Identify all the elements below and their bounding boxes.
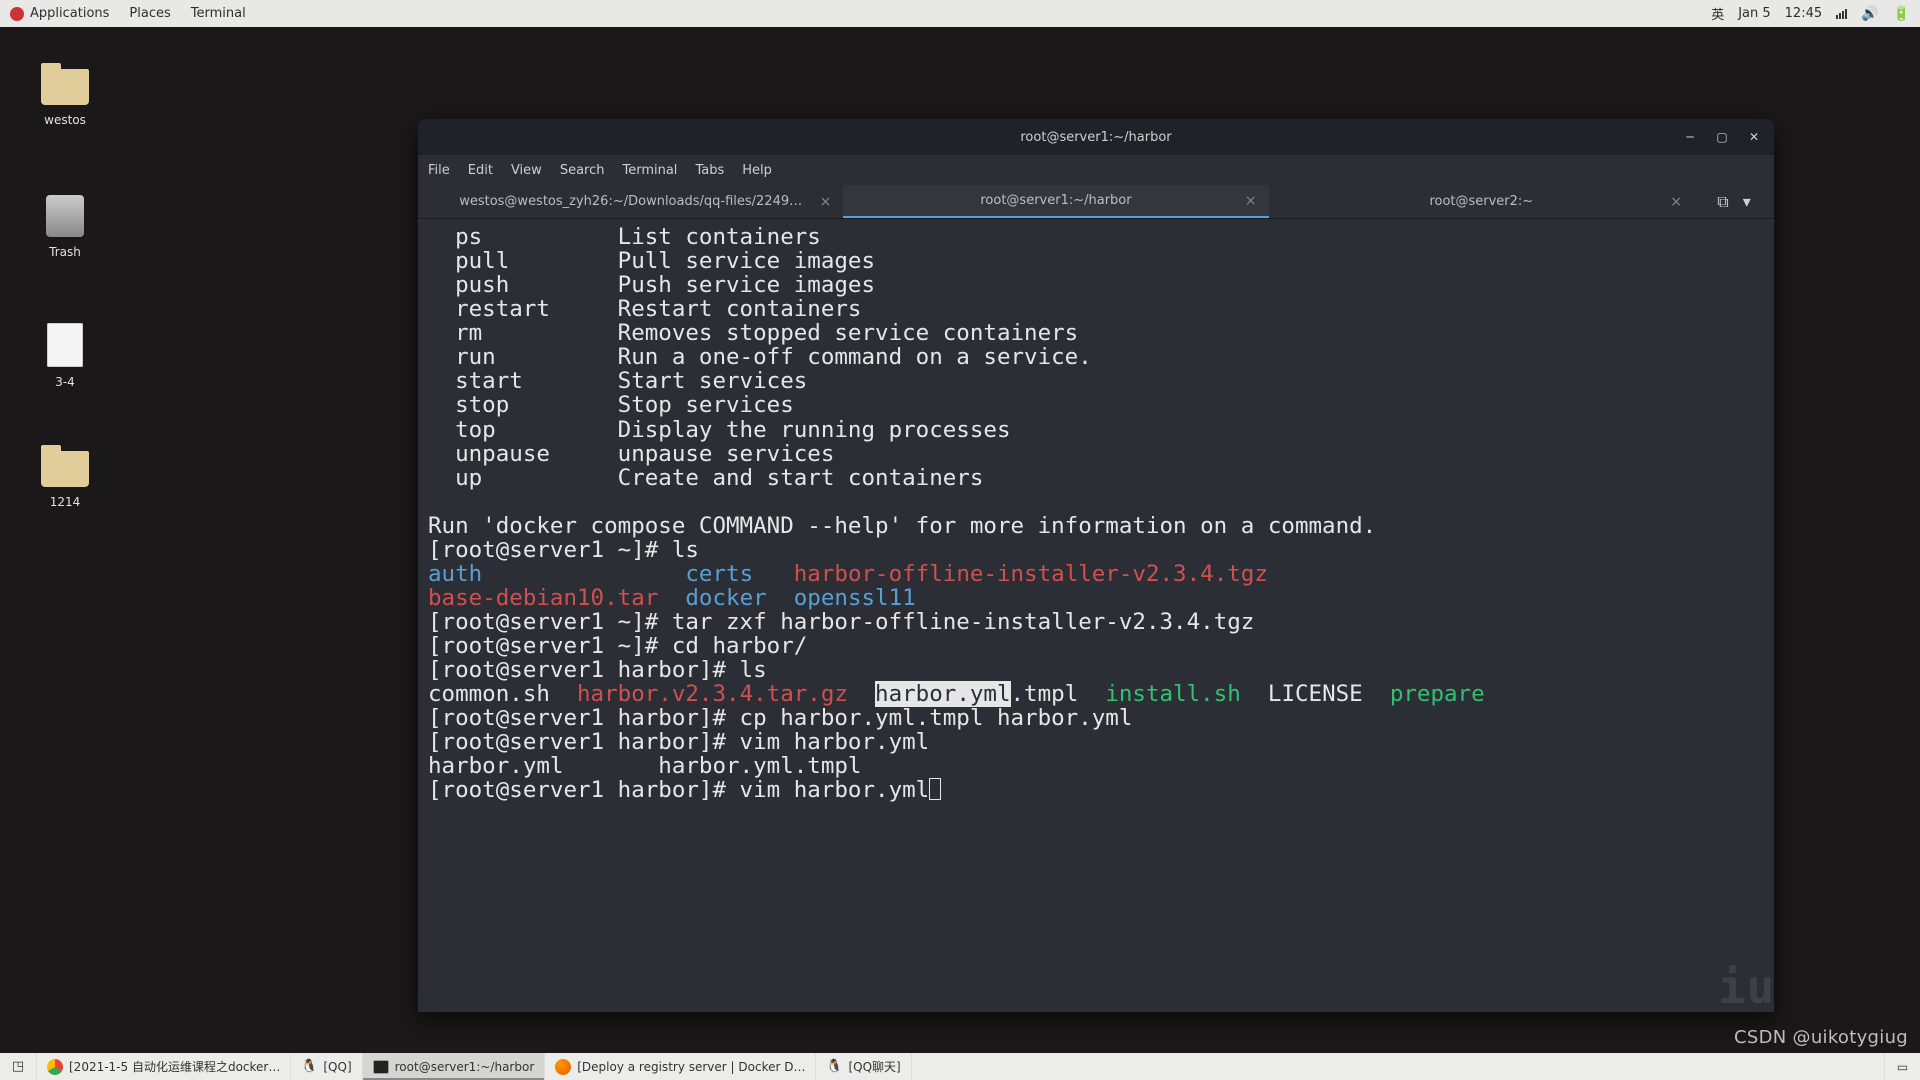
- distro-logo-icon: [10, 7, 24, 21]
- desktop-icon-label: 3-4: [30, 375, 100, 389]
- desktop-icon-westos[interactable]: westos: [30, 69, 100, 127]
- terminal-tab-0[interactable]: westos@westos_zyh26:~/Downloads/qq-files…: [418, 185, 843, 218]
- tab-menu-button[interactable]: ▾: [1743, 192, 1751, 211]
- terminal-menubar: File Edit View Search Terminal Tabs Help: [418, 155, 1774, 185]
- taskbar-item-1[interactable]: [2021-1-5 自动化运维课程之docker…: [37, 1053, 291, 1080]
- chrome-icon: [47, 1059, 63, 1075]
- csdn-watermark: CSDN @uikotygiug: [1734, 1027, 1908, 1048]
- desktop-icon-label: Trash: [30, 245, 100, 259]
- taskbar-item-label: [2021-1-5 自动化运维课程之docker…: [69, 1058, 280, 1075]
- menu-edit[interactable]: Edit: [468, 163, 493, 178]
- qq-icon: 🐧: [826, 1059, 842, 1075]
- window-maximize-button[interactable]: ▢: [1708, 125, 1736, 149]
- menu-terminal[interactable]: Terminal: [622, 163, 677, 178]
- window-minimize-button[interactable]: ─: [1676, 125, 1704, 149]
- tab-close-icon[interactable]: ×: [820, 194, 832, 210]
- tab-close-icon[interactable]: ×: [1670, 194, 1682, 210]
- desktop-icon-trash[interactable]: Trash: [30, 195, 100, 259]
- desktop[interactable]: westos Trash 3-4 1214 root@server1:~/harbor…: [0, 27, 1920, 1053]
- menu-tabs[interactable]: Tabs: [695, 163, 724, 178]
- taskbar-item-label: root@server1:~/harbor: [395, 1060, 535, 1074]
- firefox-icon: [555, 1059, 571, 1075]
- folder-icon: [41, 69, 89, 105]
- trash-icon: [46, 195, 84, 237]
- terminal-title: root@server1:~/harbor: [1020, 130, 1171, 145]
- terminal-tab-1[interactable]: root@server1:~/harbor ×: [843, 185, 1268, 218]
- battery-icon[interactable]: 🔋: [1893, 6, 1910, 22]
- menu-help[interactable]: Help: [742, 163, 772, 178]
- terminal-output[interactable]: ps List containers pull Pull service ima…: [418, 219, 1774, 1012]
- taskbar-item-3[interactable]: root@server1:~/harbor: [363, 1053, 546, 1080]
- bottom-taskbar: ◳ [2021-1-5 自动化运维课程之docker… 🐧 [QQ] root@serv…: [0, 1053, 1920, 1080]
- topbar-menu-places[interactable]: Places: [129, 6, 170, 21]
- menu-search[interactable]: Search: [560, 163, 605, 178]
- menu-view[interactable]: View: [511, 163, 542, 178]
- file-icon: [47, 323, 83, 367]
- taskbar-item-4[interactable]: [Deploy a registry server | Docker D…: [545, 1053, 816, 1080]
- desktop-icon-label: westos: [30, 113, 100, 127]
- menu-file[interactable]: File: [428, 163, 450, 178]
- tab-close-icon[interactable]: ×: [1245, 193, 1257, 209]
- taskbar-item-label: [Deploy a registry server | Docker D…: [577, 1060, 805, 1074]
- topbar-menu-applications[interactable]: Applications: [30, 6, 109, 21]
- terminal-tab-label: root@server2:~: [1429, 194, 1533, 209]
- terminal-tabbar: westos@westos_zyh26:~/Downloads/qq-files…: [418, 185, 1774, 219]
- terminal-tab-label: westos@westos_zyh26:~/Downloads/qq-files…: [459, 194, 802, 209]
- clock-time[interactable]: 12:45: [1785, 6, 1822, 21]
- gnome-topbar: Applications Places Terminal 英 Jan 5 12:…: [0, 0, 1920, 27]
- volume-icon[interactable]: 🔊: [1861, 6, 1878, 22]
- topbar-menus: Applications Places Terminal: [30, 6, 246, 21]
- taskbar-item-2[interactable]: 🐧 [QQ]: [291, 1053, 362, 1080]
- desktop-icon-1214[interactable]: 1214: [30, 451, 100, 509]
- wifi-icon[interactable]: [1836, 9, 1847, 19]
- terminal-tab-label: root@server1:~/harbor: [980, 193, 1131, 208]
- desktop-icon-3-4[interactable]: 3-4: [30, 323, 100, 389]
- linux-watermark-icon: iux: [1718, 963, 1774, 1012]
- terminal-icon: [373, 1060, 389, 1074]
- terminal-window: root@server1:~/harbor ─ ▢ ✕ File Edit Vi…: [418, 119, 1774, 1012]
- taskbar-item-0[interactable]: ◳: [0, 1053, 37, 1080]
- clock-date[interactable]: Jan 5: [1738, 6, 1770, 21]
- taskbar-item-label: [QQ]: [323, 1060, 351, 1074]
- taskbar-tray[interactable]: ▭: [1884, 1053, 1920, 1080]
- taskbar-item-label: [QQ聊天]: [848, 1058, 900, 1075]
- terminal-tab-2[interactable]: root@server2:~ ×: [1269, 185, 1694, 218]
- ime-indicator[interactable]: 英: [1711, 4, 1724, 23]
- taskbar-item-5[interactable]: 🐧 [QQ聊天]: [816, 1053, 911, 1080]
- window-close-button[interactable]: ✕: [1740, 125, 1768, 149]
- desktop-icon-label: 1214: [30, 495, 100, 509]
- terminal-titlebar[interactable]: root@server1:~/harbor ─ ▢ ✕: [418, 119, 1774, 155]
- topbar-menu-terminal[interactable]: Terminal: [191, 6, 246, 21]
- topbar-status-area: 英 Jan 5 12:45 🔊 🔋: [1711, 4, 1910, 23]
- show-desktop-icon: ◳: [10, 1059, 26, 1075]
- folder-icon: [41, 451, 89, 487]
- new-tab-button[interactable]: ⧉: [1717, 192, 1728, 212]
- qq-icon: 🐧: [301, 1059, 317, 1075]
